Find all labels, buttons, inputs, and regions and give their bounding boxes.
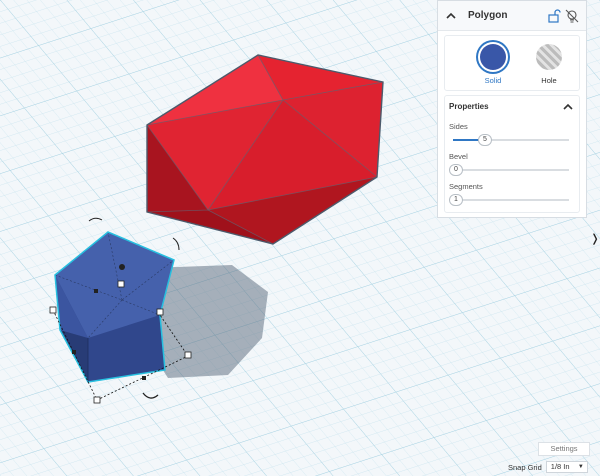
sides-value-knob[interactable]: 5 [478, 134, 492, 146]
resize-handle[interactable] [49, 306, 57, 314]
resize-handle[interactable] [156, 308, 164, 316]
panel-expand-chevron-icon[interactable]: ❭ [590, 231, 600, 245]
resize-handle[interactable] [93, 396, 101, 404]
edge-handle[interactable] [94, 289, 98, 293]
bevel-slider[interactable]: 0 [449, 164, 575, 176]
lift-handle[interactable] [119, 264, 125, 270]
snap-grid-value: 1/8 In [550, 462, 570, 471]
resize-handle[interactable] [184, 351, 192, 359]
segments-value-knob[interactable]: 1 [449, 194, 463, 206]
snap-grid-select[interactable]: 1/8 In ▼ [545, 461, 588, 473]
hole-swatch[interactable] [536, 44, 562, 70]
collapse-chevron-icon[interactable] [444, 9, 458, 23]
bevel-property: Bevel 0 [449, 152, 575, 176]
solid-label: Solid [484, 76, 502, 85]
segments-slider[interactable]: 1 [449, 194, 575, 206]
hole-label: Hole [541, 76, 557, 85]
bevel-label: Bevel [449, 152, 468, 161]
bevel-value-knob[interactable]: 0 [449, 164, 463, 176]
snap-grid-label: Snap Grid [508, 462, 542, 472]
slider-track [453, 199, 569, 201]
edge-handle[interactable] [72, 350, 76, 354]
solid-color-swatch[interactable] [480, 44, 506, 70]
edge-handle[interactable] [142, 376, 146, 380]
properties-title: Properties [449, 101, 489, 111]
properties-collapse-chevron-icon[interactable] [561, 99, 575, 113]
properties-section: Properties Sides 5 Bevel 0 Segments 1 [444, 95, 580, 213]
inspector-title: Polygon [468, 10, 508, 21]
inspector-header: Polygon [438, 1, 586, 31]
solid-hole-selector: Solid Hole [444, 35, 580, 91]
sides-label: Sides [449, 122, 468, 131]
segments-label: Segments [449, 182, 483, 191]
dropdown-caret-icon: ▼ [577, 464, 584, 470]
properties-header: Properties [445, 96, 579, 116]
segments-property: Segments 1 [449, 182, 575, 206]
slider-track [453, 169, 569, 171]
settings-button[interactable]: Settings [538, 442, 590, 456]
sides-slider[interactable]: 5 [449, 134, 575, 146]
hole-mode-button[interactable]: Hole [529, 44, 569, 85]
sides-property: Sides 5 [449, 122, 575, 146]
unlock-icon[interactable] [546, 8, 562, 24]
height-handle[interactable] [117, 280, 125, 288]
inspector-panel: Polygon Solid Hole Properties Sides 5 Be… [437, 0, 587, 218]
slider-fill [453, 139, 481, 141]
snap-grid-control: Snap Grid 1/8 In ▼ [508, 461, 588, 473]
lightbulb-off-icon[interactable] [564, 8, 580, 24]
solid-mode-button[interactable]: Solid [473, 44, 513, 85]
